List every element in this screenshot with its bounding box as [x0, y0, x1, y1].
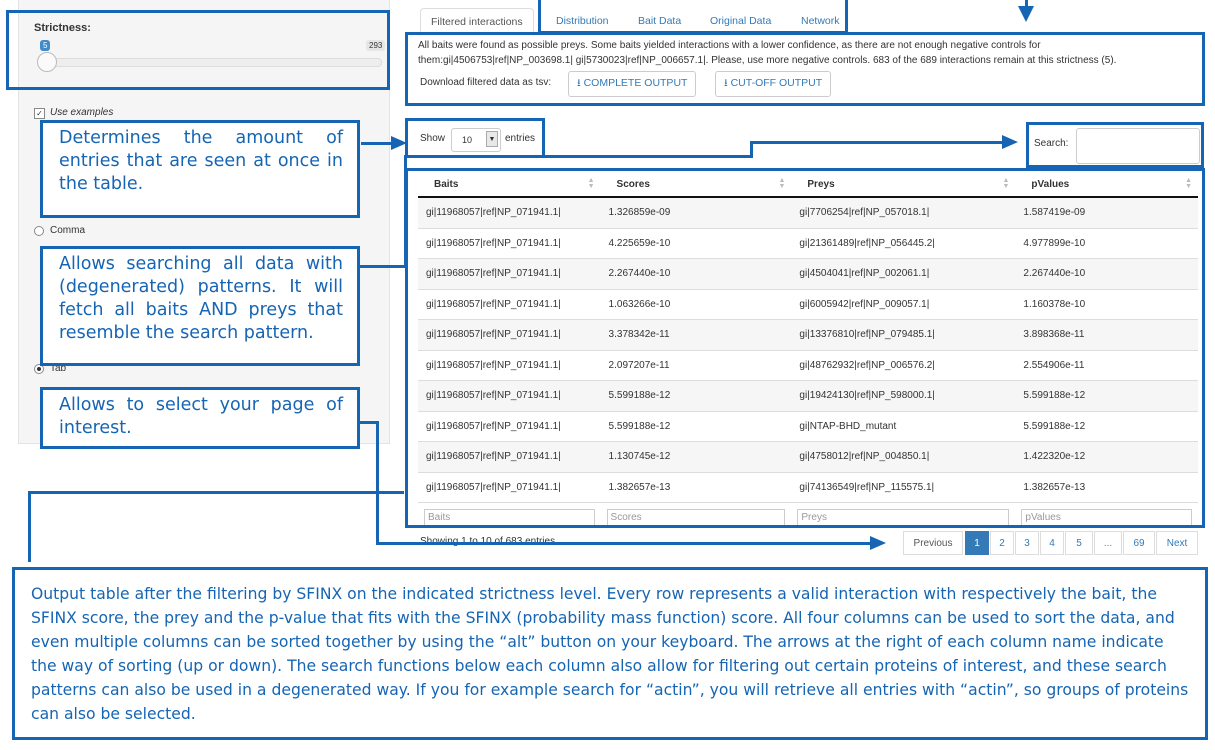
arrow-right-icon	[391, 136, 407, 150]
radio-comma-label: Comma	[50, 225, 86, 236]
arrow-down-icon	[1018, 6, 1034, 22]
connector-line	[376, 421, 379, 545]
radio-comma[interactable]	[34, 226, 44, 236]
info-highlight-box	[405, 32, 1205, 106]
page-button-1[interactable]: 1	[965, 531, 989, 555]
connector-line	[28, 491, 404, 494]
next-page-button[interactable]: Next	[1156, 531, 1198, 555]
connector-line	[358, 265, 406, 268]
arrow-right-icon	[870, 536, 886, 550]
previous-page-button[interactable]: Previous	[903, 531, 963, 555]
tabs-highlight-box	[538, 0, 848, 34]
search-callout: Allows searching all data with (degenera…	[40, 246, 360, 366]
connector-line	[404, 155, 752, 158]
connector-line	[376, 542, 872, 545]
page-button-3[interactable]: 3	[1015, 531, 1039, 555]
search-highlight-box	[1026, 122, 1204, 168]
page-callout: Allows to select your page of interest.	[40, 387, 360, 449]
output-table-description: Output table after the filtering by SFIN…	[12, 567, 1208, 740]
use-examples-checkbox[interactable]: ✓	[34, 108, 45, 119]
strictness-highlight-box	[6, 10, 390, 90]
page-button-5[interactable]: 5	[1065, 531, 1093, 555]
page-button-4[interactable]: 4	[1040, 531, 1064, 555]
table-highlight-box	[405, 168, 1205, 528]
entries-callout: Determines the amount of entries that ar…	[40, 120, 360, 218]
connector-line	[750, 141, 1008, 144]
page-button-2[interactable]: 2	[990, 531, 1014, 555]
entries-highlight-box	[405, 118, 545, 158]
use-examples-label: Use examples	[50, 107, 114, 118]
page-ellipsis: ...	[1094, 531, 1122, 555]
connector-line	[28, 492, 31, 562]
connector-line	[404, 155, 407, 268]
page-button-69[interactable]: 69	[1123, 531, 1155, 555]
arrow-right-icon	[1002, 135, 1018, 149]
